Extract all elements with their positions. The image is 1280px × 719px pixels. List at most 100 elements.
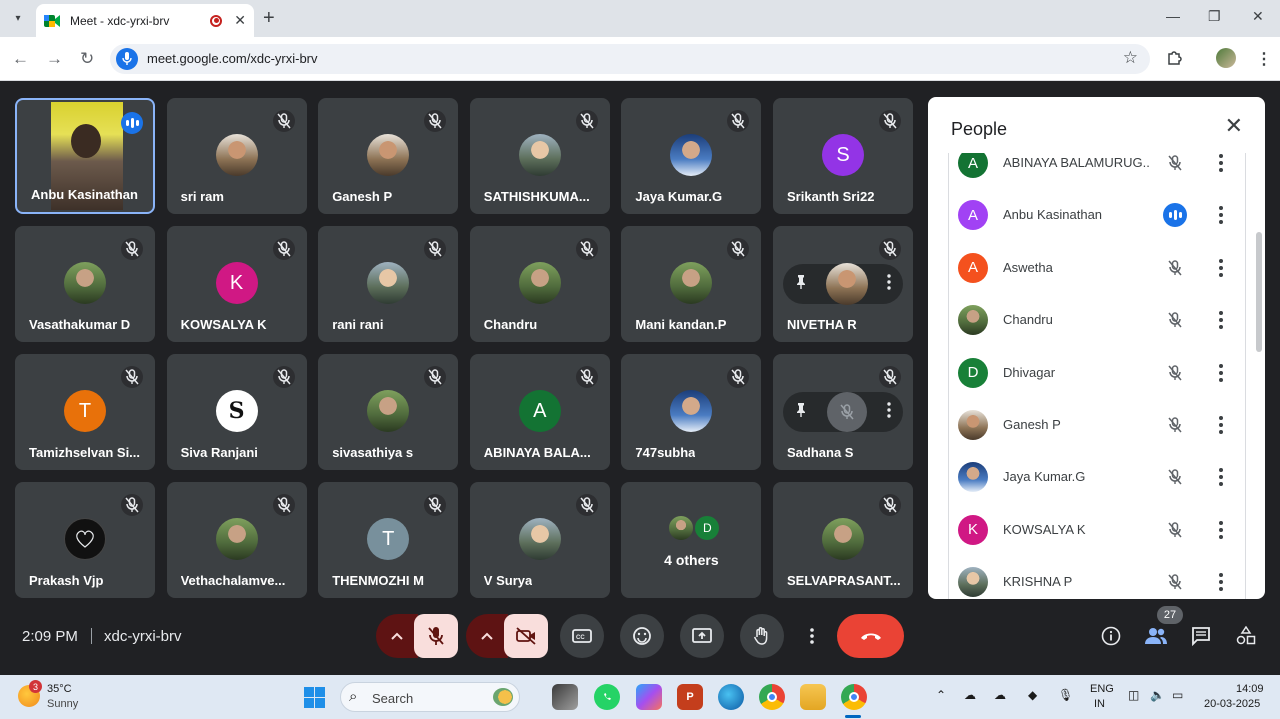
participant-list-item[interactable]: KRISHNA P xyxy=(949,556,1245,599)
participant-tile[interactable]: Jaya Kumar.G xyxy=(621,98,762,214)
participant-tile[interactable]: sri ram xyxy=(166,98,307,214)
tab-list-button[interactable]: ▾ xyxy=(8,8,28,28)
reload-icon[interactable]: ↻ xyxy=(80,49,94,69)
more-vert-icon[interactable] xyxy=(1209,153,1233,175)
participant-tile[interactable]: Anbu Kasinathan xyxy=(15,98,155,214)
more-vert-icon[interactable] xyxy=(1209,203,1233,227)
profile-avatar[interactable] xyxy=(1216,48,1236,68)
taskbar-search-box[interactable]: ⌕ Search xyxy=(340,682,520,712)
muted-mic-icon[interactable] xyxy=(1163,153,1187,175)
participant-tile[interactable]: sivasathiya s xyxy=(318,354,459,470)
participant-list-item[interactable]: A Anbu Kasinathan xyxy=(949,189,1245,241)
more-vert-icon[interactable] xyxy=(1209,256,1233,280)
forward-icon[interactable]: → xyxy=(46,49,63,69)
back-icon[interactable]: ← xyxy=(12,49,29,69)
system-time[interactable]: 14:09 xyxy=(1236,683,1264,695)
participant-tile[interactable]: Mani kandan.P xyxy=(621,226,762,342)
audio-options-button[interactable] xyxy=(376,614,418,658)
edge-icon[interactable] xyxy=(718,684,744,710)
system-date[interactable]: 20-03-2025 xyxy=(1204,698,1260,710)
tile-hover-controls[interactable] xyxy=(783,263,903,305)
close-window-button[interactable]: ✕ xyxy=(1252,8,1264,25)
language-region[interactable]: IN xyxy=(1094,698,1105,710)
participant-tile[interactable]: SELVAPRASANT... xyxy=(773,482,913,598)
participant-tile[interactable]: SATHISHKUMA... xyxy=(469,98,610,214)
meeting-info-button[interactable] xyxy=(1099,624,1123,648)
browser-tab[interactable]: Meet - xdc-yrxi-brv ✕ xyxy=(36,4,254,37)
participant-list-item[interactable]: Chandru xyxy=(949,294,1245,346)
reactions-button[interactable] xyxy=(620,614,664,658)
activities-button[interactable] xyxy=(1234,624,1258,648)
participant-tile[interactable]: V Surya xyxy=(469,482,610,598)
chrome-profile-icon[interactable] xyxy=(841,684,867,710)
participant-tile[interactable]: Sadhana S xyxy=(773,354,913,470)
maximize-button[interactable]: ❐ xyxy=(1208,8,1221,25)
participant-tile[interactable]: S Srikanth Sri22 xyxy=(773,98,913,214)
browser-menu-icon[interactable]: ⋮ xyxy=(1256,49,1272,69)
battery-icon[interactable]: ▭ xyxy=(1172,688,1183,702)
close-panel-icon[interactable]: ✕ xyxy=(1225,115,1243,137)
muted-mic-icon[interactable] xyxy=(1163,256,1187,280)
more-vert-icon[interactable] xyxy=(1209,518,1233,542)
new-tab-button[interactable]: + xyxy=(263,8,275,28)
more-vert-icon[interactable] xyxy=(887,273,891,295)
camera-toggle-button[interactable] xyxy=(504,614,548,658)
leave-call-button[interactable] xyxy=(837,614,904,658)
participant-list-item[interactable]: Jaya Kumar.G xyxy=(949,451,1245,503)
powerpoint-icon[interactable]: P xyxy=(677,684,703,710)
participant-tile[interactable]: rani rani xyxy=(318,226,459,342)
more-vert-icon[interactable] xyxy=(887,401,891,423)
weather-condition[interactable]: Sunny xyxy=(47,698,78,710)
file-explorer-icon[interactable] xyxy=(800,684,826,710)
muted-mic-icon[interactable] xyxy=(1163,361,1187,385)
participant-list[interactable]: A ABINAYA BALAMURUG... A Anbu Kasinathan A As… xyxy=(948,153,1246,599)
participant-tile[interactable]: Vethachalamve... xyxy=(166,482,307,598)
participant-tile[interactable]: 747subha xyxy=(621,354,762,470)
chrome-icon[interactable] xyxy=(759,684,785,710)
participant-tile[interactable]: Chandru xyxy=(469,226,610,342)
participant-list-item[interactable]: D Dhivagar xyxy=(949,347,1245,399)
participant-list-item[interactable]: K KOWSALYA K xyxy=(949,504,1245,556)
bookmark-star-icon[interactable]: ☆ xyxy=(1123,48,1138,68)
muted-mic-icon[interactable] xyxy=(1163,570,1187,594)
site-mic-icon[interactable] xyxy=(116,48,138,70)
participant-tile[interactable]: NIVETHA R xyxy=(773,226,913,342)
muted-mic-icon[interactable] xyxy=(1163,413,1187,437)
tile-hover-controls[interactable] xyxy=(783,392,903,432)
volume-icon[interactable]: 🔈 xyxy=(1150,688,1165,702)
windows-start-icon[interactable] xyxy=(304,687,325,708)
microphone-tray-icon[interactable]: 🎙 xyxy=(1058,688,1073,702)
weather-temperature[interactable]: 35°C xyxy=(47,683,72,695)
participant-tile[interactable]: S Siva Ranjani xyxy=(166,354,307,470)
dropbox-icon[interactable]: ◆ xyxy=(1028,688,1037,702)
pin-icon[interactable] xyxy=(795,274,807,295)
copilot-icon[interactable] xyxy=(636,684,662,710)
task-view-icon[interactable] xyxy=(552,684,578,710)
present-screen-button[interactable] xyxy=(680,614,724,658)
participant-tile[interactable]: Vasathakumar D xyxy=(15,226,155,342)
whatsapp-icon[interactable] xyxy=(594,684,620,710)
more-vert-icon[interactable] xyxy=(1209,413,1233,437)
language-code[interactable]: ENG xyxy=(1090,683,1114,695)
participant-tile[interactable]: D 4 others xyxy=(621,482,762,598)
omnibox[interactable]: meet.google.com/xdc-yrxi-brv ☆ xyxy=(110,44,1150,74)
video-options-button[interactable] xyxy=(466,614,508,658)
participant-tile[interactable]: Ganesh P xyxy=(318,98,459,214)
participant-list-item[interactable]: A ABINAYA BALAMURUG... xyxy=(949,153,1245,189)
close-tab-icon[interactable]: ✕ xyxy=(234,12,246,29)
more-vert-icon[interactable] xyxy=(1209,308,1233,332)
muted-mic-icon[interactable] xyxy=(1163,465,1187,489)
url-text[interactable]: meet.google.com/xdc-yrxi-brv xyxy=(147,51,318,66)
more-vert-icon[interactable] xyxy=(1209,570,1233,594)
mic-toggle-button[interactable] xyxy=(414,614,458,658)
more-options-button[interactable] xyxy=(800,614,824,658)
participant-list-item[interactable]: A Aswetha xyxy=(949,242,1245,294)
minimize-button[interactable]: — xyxy=(1166,8,1180,24)
people-button[interactable] xyxy=(1144,624,1168,648)
wifi-icon[interactable]: ◫ xyxy=(1128,688,1139,702)
participant-tile[interactable]: K KOWSALYA K xyxy=(166,226,307,342)
muted-mic-icon[interactable] xyxy=(1163,308,1187,332)
people-list-scrollbar[interactable] xyxy=(1256,232,1262,352)
more-vert-icon[interactable] xyxy=(1209,465,1233,489)
participant-tile[interactable]: A ABINAYA BALA... xyxy=(469,354,610,470)
